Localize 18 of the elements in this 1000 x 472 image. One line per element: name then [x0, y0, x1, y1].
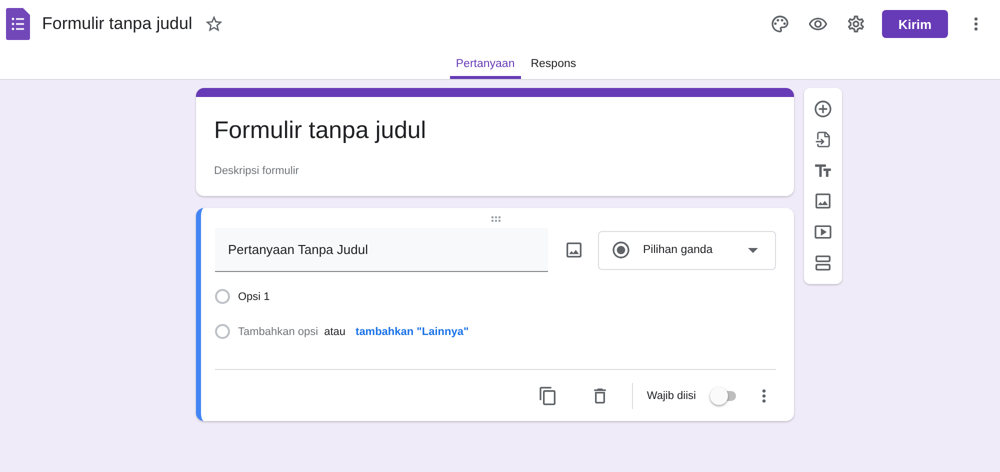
document-title[interactable]: Formulir tanpa judul: [42, 14, 192, 34]
send-button[interactable]: Kirim: [882, 10, 948, 38]
add-other-link[interactable]: tambahkan "Lainnya": [356, 326, 469, 338]
question-type-dropdown[interactable]: Pilihan ganda: [598, 230, 776, 270]
description-field[interactable]: Deskripsi formulir: [214, 165, 776, 177]
radio-icon: [611, 240, 631, 260]
dropdown-caret-icon: [748, 248, 758, 252]
or-text: atau: [324, 326, 346, 338]
question-field[interactable]: Pertanyaan Tanpa Judul: [215, 228, 548, 272]
radio-button[interactable]: [215, 289, 230, 304]
required-switch[interactable]: [710, 386, 738, 404]
option-label[interactable]: Opsi 1: [238, 290, 270, 302]
tab[interactable]: Respons: [524, 48, 582, 79]
forms-logo-icon[interactable]: [6, 8, 30, 40]
tab[interactable]: Pertanyaan: [450, 48, 521, 79]
add-option-field[interactable]: Tambahkan opsi: [238, 326, 318, 338]
required-label: Wajib diisi: [646, 390, 696, 402]
form-title[interactable]: Formulir tanpa judul: [214, 117, 776, 145]
